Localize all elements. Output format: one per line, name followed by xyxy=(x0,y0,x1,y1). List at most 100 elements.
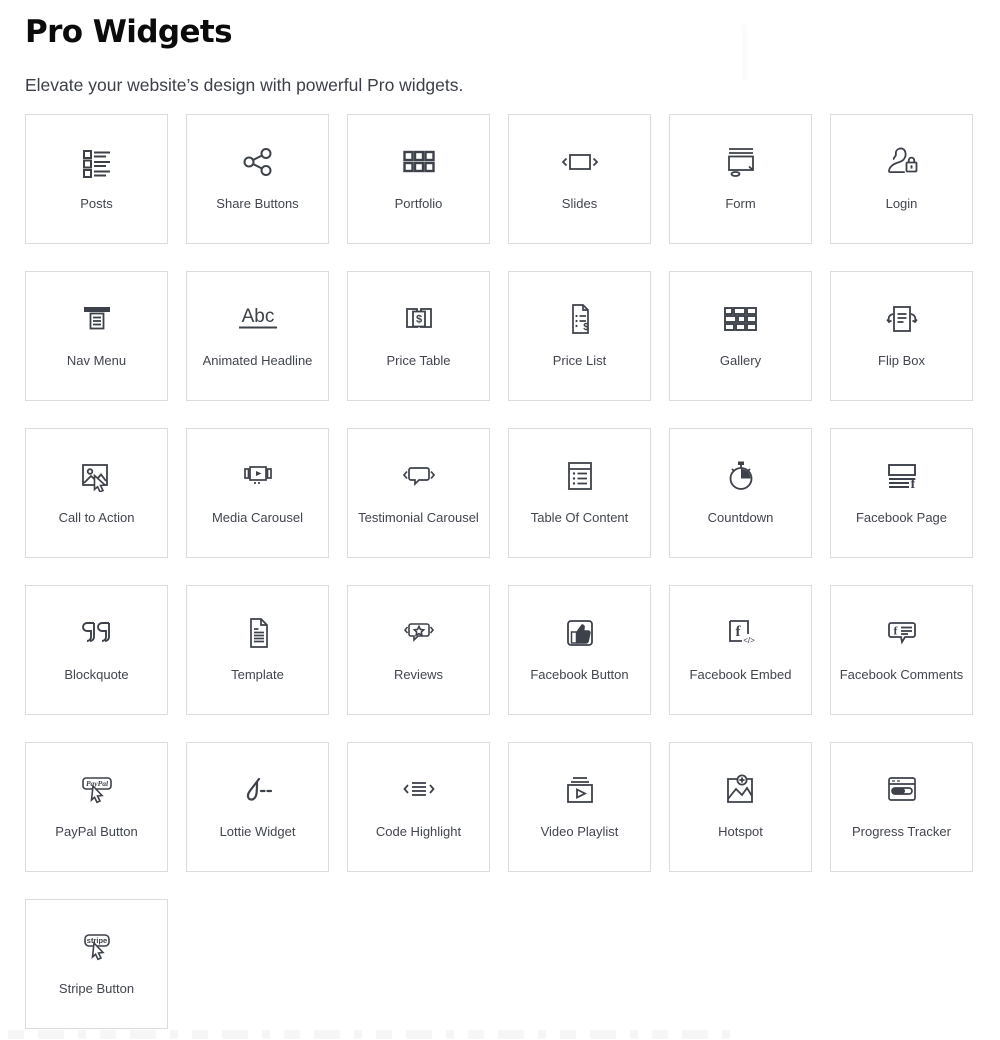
widget-card-login[interactable]: Login xyxy=(830,114,973,244)
gallery-bricks-icon xyxy=(722,299,760,339)
widget-card-code-highlight[interactable]: Code Highlight xyxy=(347,742,490,872)
media-carousel-icon xyxy=(238,456,278,496)
widget-label: Form xyxy=(725,196,756,211)
svg-text:$: $ xyxy=(583,322,589,333)
widget-label: Posts xyxy=(80,196,113,211)
ghost-item xyxy=(468,1029,484,1039)
page-title: Pro Widgets xyxy=(25,14,233,50)
widget-label: Template xyxy=(231,667,284,682)
page-bottom-cut-off-row xyxy=(0,1028,1000,1040)
widget-label: Call to Action xyxy=(58,510,135,525)
widget-card-portfolio[interactable]: Portfolio xyxy=(347,114,490,244)
widget-card-video-playlist[interactable]: Video Playlist xyxy=(508,742,651,872)
widget-card-lottie-icon[interactable]: Lottie Widget xyxy=(186,742,329,872)
slides-arrows-icon xyxy=(560,142,600,182)
code-lines-icon xyxy=(398,770,440,810)
ghost-item xyxy=(590,1029,616,1039)
widget-card-table-of-content[interactable]: Table Of Content xyxy=(508,428,651,558)
ghost-item xyxy=(560,1029,576,1039)
image-cursor-icon xyxy=(79,456,115,496)
widget-card-facebook-embed[interactable]: f </> Facebook Embed xyxy=(669,585,812,715)
widget-card-call-to-action[interactable]: Call to Action xyxy=(25,428,168,558)
widget-label: Nav Menu xyxy=(66,353,127,368)
widget-card-reviews[interactable]: Reviews xyxy=(347,585,490,715)
widget-card-testimonial-carousel[interactable]: Testimonial Carousel xyxy=(347,428,490,558)
abc-icon-text: Abc xyxy=(241,306,274,327)
widget-card-share-buttons[interactable]: Share Buttons xyxy=(186,114,329,244)
widget-label: Share Buttons xyxy=(216,196,299,211)
widget-label: Portfolio xyxy=(394,196,443,211)
ghost-item xyxy=(100,1029,116,1039)
widget-card-flip-box[interactable]: Flip Box xyxy=(830,271,973,401)
widget-label: Hotspot xyxy=(718,824,763,839)
progress-tracker-icon xyxy=(884,770,920,810)
ghost-item xyxy=(8,1029,24,1039)
svg-text:f: f xyxy=(910,477,915,491)
flip-box-icon xyxy=(882,299,922,339)
price-table-dollar-icon: $ xyxy=(402,299,436,339)
widget-label: PayPal Button xyxy=(55,824,138,839)
widget-label: Facebook Comments xyxy=(839,667,964,682)
ghost-item xyxy=(130,1029,156,1039)
svg-text:$: $ xyxy=(415,314,421,326)
ghost-item xyxy=(682,1029,708,1039)
widget-card-form[interactable]: Form xyxy=(669,114,812,244)
widget-card-facebook-button[interactable]: Facebook Button xyxy=(508,585,651,715)
quote-marks-icon xyxy=(78,613,116,653)
widget-label: Reviews xyxy=(393,667,444,682)
widget-label: Video Playlist xyxy=(540,824,619,839)
ghost-item xyxy=(406,1029,432,1039)
widget-card-posts[interactable]: Posts xyxy=(25,114,168,244)
price-list-document-icon: $ xyxy=(564,299,596,339)
ghost-item xyxy=(170,1029,178,1039)
widget-card-price-list[interactable]: $ Price List xyxy=(508,271,651,401)
widget-card-hotspot[interactable]: Hotspot xyxy=(669,742,812,872)
ghost-item xyxy=(722,1029,730,1039)
lottie-icon xyxy=(237,770,279,810)
widget-card-facebook-page[interactable]: f Facebook Page xyxy=(830,428,973,558)
abc-underline-icon: Abc xyxy=(234,299,282,339)
widget-card-countdown[interactable]: Countdown xyxy=(669,428,812,558)
widget-card-gallery[interactable]: Gallery xyxy=(669,271,812,401)
table-of-content-icon xyxy=(564,456,596,496)
ghost-item xyxy=(538,1029,546,1039)
review-star-bubble-icon xyxy=(398,613,440,653)
thumbs-up-icon xyxy=(564,613,596,653)
widget-card-progress-tracker[interactable]: Progress Tracker xyxy=(830,742,973,872)
svg-text:</>: </> xyxy=(743,636,755,645)
video-playlist-icon xyxy=(563,770,597,810)
widget-label: Countdown xyxy=(707,510,774,525)
widget-card-nav-menu[interactable]: Nav Menu xyxy=(25,271,168,401)
ghost-item xyxy=(262,1029,270,1039)
user-lock-icon xyxy=(884,142,920,182)
template-document-icon xyxy=(243,613,273,653)
widget-card-template[interactable]: Template xyxy=(186,585,329,715)
nav-menu-icon xyxy=(80,299,114,339)
widget-label: Progress Tracker xyxy=(852,824,951,839)
ghost-item xyxy=(314,1029,340,1039)
widget-label: Facebook Button xyxy=(530,667,629,682)
widget-label: Stripe Button xyxy=(58,981,135,996)
widget-card-media-carousel[interactable]: Media Carousel xyxy=(186,428,329,558)
ghost-item xyxy=(652,1029,668,1039)
widget-label: Lottie Widget xyxy=(219,824,296,839)
widget-card-slides[interactable]: Slides xyxy=(508,114,651,244)
widget-card-paypal-button[interactable]: PayPal PayPal Button xyxy=(25,742,168,872)
page-subtitle: Elevate your website’s design with power… xyxy=(25,75,464,95)
widget-card-stripe-button[interactable]: stripe Stripe Button xyxy=(25,899,168,1029)
widget-card-blockquote[interactable]: Blockquote xyxy=(25,585,168,715)
ghost-item xyxy=(192,1029,208,1039)
ghost-item xyxy=(446,1029,454,1039)
grid-squares-icon xyxy=(402,142,436,182)
form-monitor-icon xyxy=(723,142,759,182)
svg-text:PayPal: PayPal xyxy=(85,779,108,788)
widget-label: Animated Headline xyxy=(202,353,313,368)
posts-list-icon xyxy=(80,142,114,182)
hotspot-image-plus-icon xyxy=(723,770,759,810)
ghost-item xyxy=(38,1029,64,1039)
widget-card-animated-headline[interactable]: Abc Animated Headline xyxy=(186,271,329,401)
svg-text:stripe: stripe xyxy=(86,936,106,945)
ghost-item xyxy=(222,1029,248,1039)
widget-card-facebook-comments[interactable]: f Facebook Comments xyxy=(830,585,973,715)
widget-card-price-table[interactable]: $ Price Table xyxy=(347,271,490,401)
